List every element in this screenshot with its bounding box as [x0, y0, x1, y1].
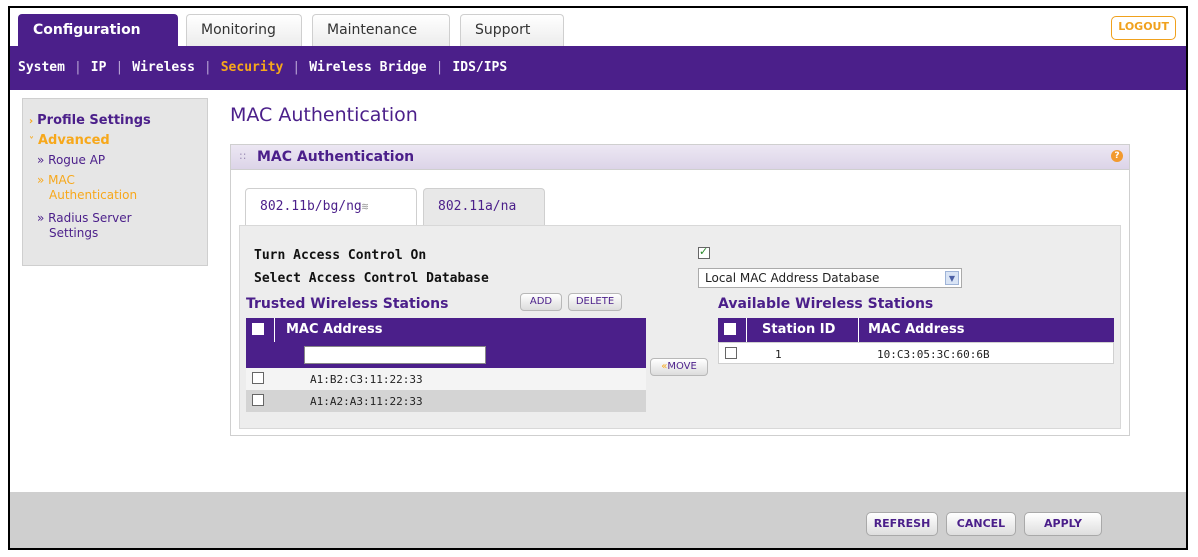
tab-802-11ana[interactable]: 802.11a/na [423, 188, 545, 226]
table-row[interactable]: 1 10:C3:05:3C:60:6B [718, 342, 1114, 364]
access-control-db-select[interactable]: Local MAC Address Database ▼ [698, 268, 962, 288]
select-db-label: Select Access Control Database [254, 271, 489, 286]
select-all-checkbox[interactable] [252, 323, 264, 335]
sidebar-item-rogue-ap[interactable]: » Rogue AP [37, 153, 105, 168]
col-mac-address: MAC Address [868, 322, 965, 337]
double-chevron-icon: » [37, 211, 49, 225]
sidebar-item-radius-server[interactable]: » Radius Server Settings [37, 211, 132, 241]
tab-configuration[interactable]: Configuration [18, 14, 178, 46]
station-id-cell: 1 [775, 348, 782, 361]
panel-title: MAC Authentication [257, 149, 415, 165]
table-row[interactable]: A1:B2:C3:11:22:33 [246, 368, 646, 390]
double-chevron-icon: » [37, 153, 49, 167]
subnav-wireless-bridge[interactable]: Wireless Bridge [309, 60, 426, 75]
subnav-ids-ips[interactable]: IDS/IPS [452, 60, 507, 75]
page-title: MAC Authentication [230, 104, 418, 126]
col-station-id: Station ID [762, 322, 836, 337]
move-label: MOVE [667, 361, 697, 372]
subnav-system[interactable]: System [18, 60, 65, 75]
top-tab-bar: Configuration Monitoring Maintenance Sup… [10, 8, 1186, 46]
select-value: Local MAC Address Database [705, 271, 880, 285]
trusted-stations-title: Trusted Wireless Stations [246, 296, 449, 312]
grip-icon: :: [239, 149, 247, 162]
tab-support[interactable]: Support [460, 14, 564, 46]
mac-auth-panel: :: MAC Authentication ? 802.11b/bg/ng≋ 8… [230, 144, 1130, 436]
sidebar-item-label: Profile Settings [37, 113, 151, 128]
double-chevron-icon: » [37, 173, 49, 187]
app-window: Configuration Monitoring Maintenance Sup… [8, 6, 1188, 550]
subnav-security[interactable]: Security [221, 60, 284, 75]
table-row[interactable]: A1:A2:A3:11:22:33 [246, 390, 646, 412]
logout-button[interactable]: LOGOUT [1111, 16, 1176, 40]
chevron-right-icon: › [29, 116, 34, 127]
delete-button[interactable]: DELETE [568, 293, 622, 311]
sidebar-item-label: Rogue AP [48, 153, 106, 167]
sidebar: › Profile Settings ˅ Advanced » Rogue AP »… [22, 98, 208, 266]
tab-label: 802.11b/bg/ng [260, 199, 362, 214]
mac-address-input[interactable] [304, 346, 486, 364]
chevron-down-icon: ▼ [945, 271, 959, 285]
subnav-wireless[interactable]: Wireless [132, 60, 195, 75]
tab-802-11bgng[interactable]: 802.11b/bg/ng≋ [245, 188, 417, 226]
sidebar-item-label: Radius Server [48, 211, 132, 225]
tab-monitoring[interactable]: Monitoring [186, 14, 302, 46]
row-checkbox[interactable] [252, 394, 264, 406]
tab-content: Turn Access Control On Select Access Con… [239, 225, 1121, 429]
apply-button[interactable]: APPLY [1024, 512, 1102, 536]
sidebar-item-label: Settings [49, 226, 99, 240]
turn-access-label: Turn Access Control On [254, 248, 427, 263]
help-icon[interactable]: ? [1111, 150, 1123, 162]
available-table-header: Station ID MAC Address [718, 318, 1114, 342]
trusted-table-header: MAC Address [246, 318, 646, 342]
move-button[interactable]: «MOVE [650, 358, 708, 376]
add-button[interactable]: ADD [520, 293, 562, 311]
row-checkbox[interactable] [725, 347, 737, 359]
select-all-checkbox[interactable] [724, 323, 736, 335]
sidebar-item-advanced[interactable]: ˅ Advanced [29, 133, 110, 148]
sidebar-item-label: MAC [48, 173, 75, 187]
sidebar-item-mac-authentication[interactable]: » MAC Authentication [37, 173, 137, 203]
row-checkbox[interactable] [252, 372, 264, 384]
mac-address-cell: 10:C3:05:3C:60:6B [877, 348, 990, 361]
chevron-down-icon: ˅ [29, 136, 34, 147]
sidebar-item-label: Advanced [38, 133, 110, 148]
wifi-icon: ≋ [361, 200, 369, 213]
sub-navigation: System | IP | Wireless | Security | Wireless Bri… [10, 46, 1186, 90]
sidebar-item-label: Authentication [49, 188, 138, 202]
tab-maintenance[interactable]: Maintenance [312, 14, 450, 46]
mac-address-cell: A1:A2:A3:11:22:33 [310, 395, 423, 408]
mac-input-row [246, 342, 646, 368]
access-control-checkbox[interactable] [698, 245, 710, 259]
sidebar-item-profile-settings[interactable]: › Profile Settings [29, 113, 151, 128]
subnav-ip[interactable]: IP [91, 60, 107, 75]
mac-address-cell: A1:B2:C3:11:22:33 [310, 373, 423, 386]
available-stations-title: Available Wireless Stations [718, 296, 934, 312]
col-mac-address: MAC Address [286, 322, 383, 337]
panel-header: :: MAC Authentication ? [231, 145, 1129, 170]
cancel-button[interactable]: CANCEL [946, 512, 1016, 536]
refresh-button[interactable]: REFRESH [866, 512, 938, 536]
